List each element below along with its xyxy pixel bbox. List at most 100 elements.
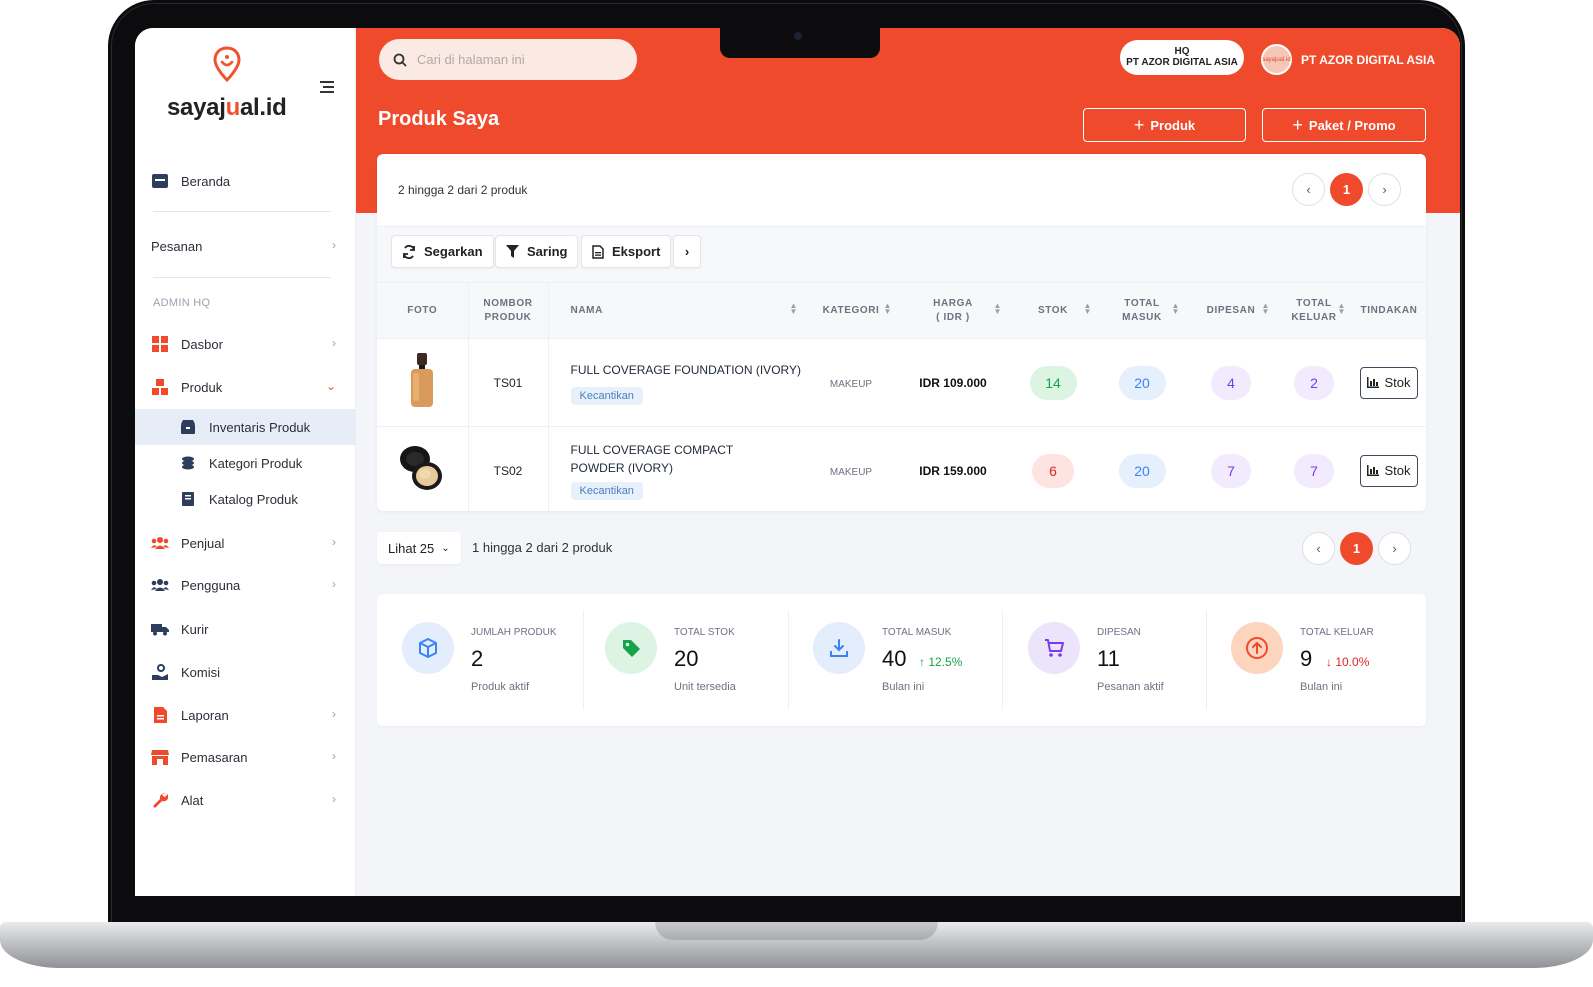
sidebar-subitem-label: Katalog Produk bbox=[209, 491, 298, 507]
sidebar-item-komisi[interactable]: Komisi bbox=[151, 654, 340, 690]
column-header-stok[interactable]: STOK ▲ ▼ bbox=[1008, 282, 1098, 339]
button-label: Segarkan bbox=[424, 244, 483, 259]
sort-icon[interactable]: ▲ ▼ bbox=[883, 302, 892, 316]
prev-page-button[interactable]: ‹ bbox=[1302, 532, 1335, 565]
search-box[interactable] bbox=[379, 39, 637, 80]
brand-logo[interactable]: sayajual.id bbox=[167, 46, 297, 121]
sidebar-item-pesanan[interactable]: Pesanan › bbox=[151, 228, 340, 264]
sidebar-item-dasbor[interactable]: Dasbor › bbox=[151, 326, 340, 362]
product-tag: Kecantikan bbox=[570, 386, 643, 405]
result-count-bottom: 1 hingga 2 dari 2 produk bbox=[472, 540, 613, 555]
hq-badge[interactable]: HQ PT AZOR DIGITAL ASIA bbox=[1120, 40, 1244, 75]
page-size-select[interactable]: Lihat 25 ⌄ bbox=[377, 532, 461, 564]
prev-page-button[interactable]: ‹ bbox=[1292, 173, 1325, 206]
page-1-button[interactable]: 1 bbox=[1340, 532, 1373, 565]
search-input[interactable] bbox=[417, 52, 617, 67]
sidebar-subitem-katalog[interactable]: Katalog Produk bbox=[135, 481, 355, 517]
sort-icon[interactable]: ▲ ▼ bbox=[993, 302, 1002, 316]
laptop-opening-notch bbox=[655, 922, 938, 940]
wrench-icon bbox=[151, 791, 169, 809]
sort-icon[interactable]: ▲ ▼ bbox=[789, 302, 798, 316]
page-1-button[interactable]: 1 bbox=[1330, 173, 1363, 206]
product-name[interactable]: FULL COVERAGE FOUNDATION (IVORY) bbox=[571, 361, 805, 379]
sort-icon[interactable]: ▲ ▼ bbox=[1261, 302, 1270, 316]
column-header-harga[interactable]: HARGA( IDR ) ▲ ▼ bbox=[898, 282, 1008, 339]
product-photo[interactable] bbox=[377, 338, 469, 427]
pagination-bottom: ‹ 1 › bbox=[1302, 532, 1411, 565]
chevron-right-icon: › bbox=[684, 244, 690, 259]
refresh-button[interactable]: Segarkan bbox=[391, 235, 494, 268]
chevron-right-icon: › bbox=[332, 336, 336, 350]
sidebar-item-pengguna[interactable]: Pengguna › bbox=[151, 567, 340, 603]
sidebar-item-alat[interactable]: Alat › bbox=[151, 782, 340, 818]
sidebar-item-label: Komisi bbox=[181, 664, 221, 680]
filter-button[interactable]: Saring bbox=[495, 235, 579, 268]
table-row[interactable]: TS02 FULL COVERAGE COMPACT POWDER (IVORY… bbox=[377, 426, 1426, 511]
card-header: 2 hingga 2 dari 2 produk ‹ 1 › bbox=[377, 154, 1426, 226]
sort-icon[interactable]: ▲ ▼ bbox=[1083, 302, 1092, 316]
sidebar-item-laporan[interactable]: Laporan › bbox=[151, 697, 340, 733]
menu-toggle-icon[interactable] bbox=[318, 78, 334, 99]
sidebar-item-label: Beranda bbox=[181, 173, 231, 189]
button-label: Stok bbox=[1384, 375, 1411, 390]
stat-label: TOTAL MASUK bbox=[882, 627, 952, 638]
button-label: Paket / Promo bbox=[1308, 117, 1396, 133]
sidebar-item-penjual[interactable]: Penjual › bbox=[151, 525, 340, 561]
stat-value: 20 bbox=[674, 646, 699, 671]
cart-icon bbox=[1028, 622, 1080, 674]
product-photo[interactable] bbox=[377, 426, 469, 511]
chevron-down-icon: ⌄ bbox=[325, 379, 336, 393]
stock-action-button[interactable]: Stok bbox=[1360, 454, 1418, 487]
chevron-right-icon: › bbox=[332, 535, 336, 549]
stat-total-stok: TOTAL STOK 20 Unit tersedia bbox=[580, 594, 786, 726]
add-product-button[interactable]: + Produk bbox=[1083, 108, 1246, 142]
stat-value: 9 bbox=[1300, 646, 1313, 671]
box-open-icon bbox=[180, 419, 196, 435]
sidebar-item-label: Pemasaran bbox=[181, 749, 248, 765]
export-button[interactable]: Eksport bbox=[581, 235, 672, 268]
page-size-value: Lihat 25 bbox=[388, 540, 435, 556]
column-header-total-keluar[interactable]: TOTAL KELUAR ▲ ▼ bbox=[1276, 282, 1352, 339]
button-label: Stok bbox=[1384, 463, 1411, 478]
column-header-total-masuk[interactable]: TOTAL MASUK ▲ ▼ bbox=[1098, 282, 1186, 339]
column-header-nama[interactable]: NAMA ▲ ▼ bbox=[548, 282, 804, 339]
product-tag: Kecantikan bbox=[570, 482, 643, 500]
filter-icon bbox=[506, 245, 519, 258]
sidebar-item-label: Dasbor bbox=[181, 336, 223, 352]
next-page-button[interactable]: › bbox=[1378, 532, 1411, 565]
hand-coin-icon bbox=[151, 663, 169, 681]
stock-badge: 6 bbox=[1032, 453, 1074, 488]
foundation-bottle-image bbox=[411, 353, 434, 407]
sidebar-item-label: Laporan bbox=[181, 707, 229, 723]
stat-label: TOTAL KELUAR bbox=[1300, 627, 1374, 638]
column-header-dipesan[interactable]: DIPESAN ▲ ▼ bbox=[1186, 282, 1276, 339]
stock-action-button[interactable]: Stok bbox=[1360, 366, 1418, 399]
sidebar-item-kurir[interactable]: Kurir bbox=[151, 611, 340, 647]
sidebar-item-produk[interactable]: Produk ⌄ bbox=[151, 369, 340, 405]
table-row[interactable]: TS01 FULL COVERAGE FOUNDATION (IVORY) Ke… bbox=[377, 338, 1426, 427]
stat-value: 11 bbox=[1097, 646, 1120, 671]
sort-icon[interactable]: ▲ ▼ bbox=[1171, 302, 1180, 316]
sidebar-item-beranda[interactable]: Beranda bbox=[151, 163, 340, 199]
more-tools-button[interactable]: › bbox=[673, 235, 701, 268]
sidebar-subitem-inventaris[interactable]: Inventaris Produk bbox=[135, 409, 355, 445]
add-promo-button[interactable]: + Paket / Promo bbox=[1262, 108, 1426, 142]
product-name[interactable]: FULL COVERAGE COMPACT POWDER (IVORY) bbox=[571, 441, 781, 477]
next-page-button[interactable]: › bbox=[1368, 173, 1401, 206]
users-icon bbox=[151, 534, 169, 552]
chevron-right-icon: › bbox=[332, 238, 336, 252]
column-header-kategori[interactable]: KATEGORI ▲ ▼ bbox=[804, 282, 898, 339]
sidebar: sayajual.id Beranda Pesanan › ADMIN HQ D… bbox=[135, 28, 356, 896]
sidebar-subitem-kategori[interactable]: Kategori Produk bbox=[135, 445, 355, 481]
stat-value: 2 bbox=[471, 646, 484, 671]
sidebar-item-label: Kurir bbox=[181, 621, 209, 637]
column-header-foto: FOTO bbox=[377, 282, 469, 339]
sidebar-item-pemasaran[interactable]: Pemasaran › bbox=[151, 739, 340, 775]
product-name-cell: FULL COVERAGE FOUNDATION (IVORY) Kecanti… bbox=[548, 338, 805, 427]
user-menu[interactable]: sayajual.id PT AZOR DIGITAL ASIA bbox=[1261, 44, 1435, 75]
sort-icon[interactable]: ▲ ▼ bbox=[1337, 302, 1346, 316]
sidebar-subitem-label: Inventaris Produk bbox=[209, 419, 311, 435]
sidebar-item-label: Pesanan bbox=[151, 238, 203, 254]
column-header-nomor[interactable]: NOMBOR PRODUK bbox=[468, 282, 549, 339]
divider bbox=[153, 277, 331, 278]
